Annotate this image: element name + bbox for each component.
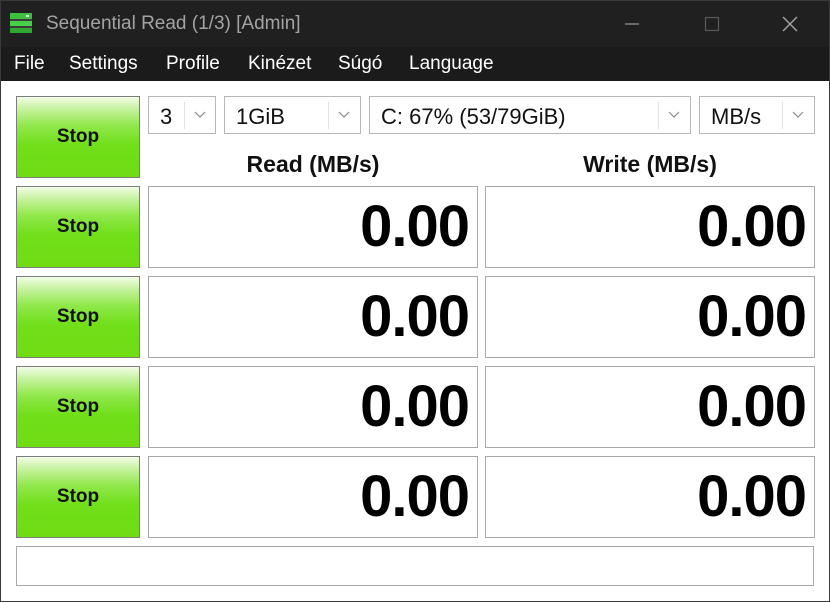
maximize-icon	[704, 16, 720, 32]
test-count-value: 3	[160, 104, 173, 129]
write-result-row-1: 0.00	[485, 186, 815, 268]
read-column-header: Read (MB/s)	[246, 151, 380, 177]
read-value: 0.00	[360, 374, 470, 439]
write-value: 0.00	[697, 194, 807, 259]
read-result-row-1: 0.00	[148, 186, 478, 268]
read-result-row-3: 0.00	[148, 366, 478, 448]
write-result-row-2: 0.00	[485, 276, 815, 358]
drive-select[interactable]: C: 67% (53/79GiB)	[369, 96, 691, 134]
stop-button-row-2[interactable]: Stop	[16, 276, 140, 358]
menu-profile[interactable]: Profile	[166, 53, 220, 75]
write-result-row-3: 0.00	[485, 366, 815, 448]
menu-file[interactable]: File	[14, 53, 45, 75]
stop-button-row-4[interactable]: Stop	[16, 456, 140, 538]
window-title: Sequential Read (1/3) [Admin]	[46, 13, 301, 34]
test-size-select[interactable]: 1GiB	[224, 96, 361, 134]
unit-value: MB/s	[711, 104, 762, 129]
test-size-value: 1GiB	[236, 104, 285, 129]
menu-theme[interactable]: Kinézet	[248, 53, 311, 75]
stop-button-row-3[interactable]: Stop	[16, 366, 140, 448]
title-bar[interactable]: Sequential Read (1/3) [Admin]	[1, 1, 829, 47]
chevron-down-icon	[668, 111, 680, 118]
chevron-down-icon	[194, 111, 206, 118]
write-value: 0.00	[697, 464, 807, 529]
menu-language[interactable]: Language	[409, 53, 494, 75]
maximize-button[interactable]	[677, 1, 747, 47]
read-value: 0.00	[360, 194, 470, 259]
close-button[interactable]	[755, 1, 825, 47]
chevron-down-icon	[338, 111, 350, 118]
read-value: 0.00	[360, 284, 470, 349]
stop-button-row-1[interactable]: Stop	[16, 186, 140, 268]
disk-icon	[10, 13, 32, 33]
app-window: Sequential Read (1/3) [Admin] File Setti…	[0, 0, 830, 602]
menu-settings[interactable]: Settings	[69, 53, 138, 75]
menu-bar: File Settings Profile Kinézet Súgó Langu…	[1, 47, 829, 81]
write-result-row-4: 0.00	[485, 456, 815, 538]
unit-select[interactable]: MB/s	[699, 96, 815, 134]
close-icon	[782, 16, 798, 32]
menu-help[interactable]: Súgó	[338, 53, 382, 75]
comment-field[interactable]	[16, 546, 814, 586]
write-column-header: Write (MB/s)	[583, 151, 717, 177]
write-value: 0.00	[697, 374, 807, 439]
read-value: 0.00	[360, 464, 470, 529]
test-count-select[interactable]: 3	[148, 96, 216, 134]
read-result-row-2: 0.00	[148, 276, 478, 358]
write-value: 0.00	[697, 284, 807, 349]
drive-value: C: 67% (53/79GiB)	[381, 104, 566, 129]
chevron-down-icon	[792, 111, 804, 118]
main-panel: Stop 3 1GiB C: 67% (53/79GiB) MB/s Read …	[1, 81, 829, 601]
read-result-row-4: 0.00	[148, 456, 478, 538]
stop-all-button[interactable]: Stop	[16, 96, 140, 178]
minimize-button[interactable]	[597, 1, 667, 47]
minimize-icon	[625, 23, 639, 25]
